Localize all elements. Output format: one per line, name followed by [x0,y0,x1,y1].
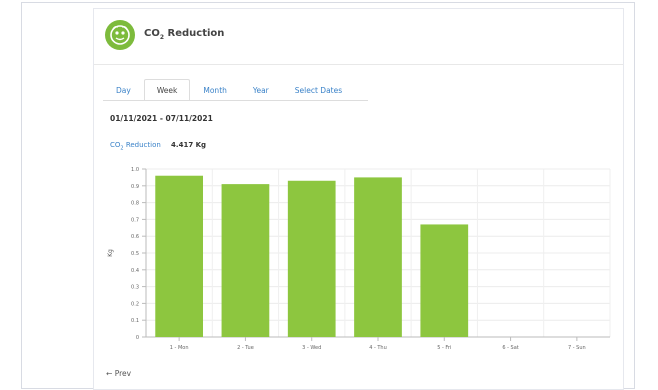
header-divider [94,64,623,65]
title-suffix: Reduction [164,28,225,39]
prev-label: Prev [114,369,132,378]
card-title: CO2 Reduction [144,28,224,41]
tab-month[interactable]: Month [190,79,240,101]
y-tick-label: 0.4 [131,268,139,274]
prev-link[interactable]: ← Prev [106,369,131,378]
y-axis-label: Kg [107,249,114,257]
y-tick-label: 0.1 [131,318,139,324]
tab-year[interactable]: Year [240,79,282,101]
summary-value: 4.417 Kg [171,141,207,149]
bar-1 [155,175,204,337]
date-range: 01/11/2021 - 07/11/2021 [110,114,213,123]
x-tick-label: 6 - Sat [502,345,518,351]
bar-5 [420,224,469,337]
title-prefix: CO [144,28,160,39]
tab-week[interactable]: Week [143,79,191,101]
x-tick-label: 1 - Mon [170,345,189,351]
weekly-co2-bar-chart: 0 0.1 0.2 0.3 0.4 0.5 0.6 0.7 0.8 0.9 1.0 Kg 1 - Mo… [107,167,611,351]
x-tick-label: 7 - Sun [568,345,586,351]
bar-2 [221,184,270,337]
y-tick-label: 0.3 [131,285,139,291]
tab-day[interactable]: Day [103,79,144,101]
y-tick-label: 0.2 [131,301,139,307]
summary-label-suffix: Reduction [123,141,161,149]
left-arrow-icon: ← [106,369,113,378]
x-tick-label: 3 - Wed [302,345,321,351]
summary-label-prefix: CO [110,141,121,149]
tab-select-dates[interactable]: Select Dates [282,79,355,101]
x-tick-label: 4 - Thu [369,345,387,351]
tabs-underline [103,100,368,101]
chart-x-axis: 1 - Mon 2 - Tue 3 - Wed 4 - Thu 5 - Fri 6 - S… [146,336,610,351]
chart-bars [155,175,469,337]
y-tick-label: 0.7 [131,217,139,223]
leaf-face-icon [110,25,130,45]
y-tick-label: 1.0 [131,167,139,173]
y-tick-label: 0.8 [131,201,139,207]
reduction-summary: CO2 Reduction 4.417 Kg [110,141,206,151]
eco-logo-icon [105,20,135,50]
chart-y-axis: 0 0.1 0.2 0.3 0.4 0.5 0.6 0.7 0.8 0.9 1.0 Kg [107,167,147,341]
x-tick-label: 5 - Fri [437,345,451,351]
y-tick-label: 0.9 [131,184,139,190]
co2-reduction-card: CO2 Reduction Day Week Month Year Select… [93,8,624,390]
card-header: CO2 Reduction [94,9,623,64]
period-tabs: Day Week Month Year Select Dates [103,79,355,101]
y-tick-label: 0.6 [131,234,139,240]
y-tick-label: 0.5 [131,251,139,257]
x-tick-label: 2 - Tue [237,345,254,351]
y-tick-label: 0 [136,335,139,341]
bar-3 [287,180,336,337]
bar-4 [354,177,402,337]
